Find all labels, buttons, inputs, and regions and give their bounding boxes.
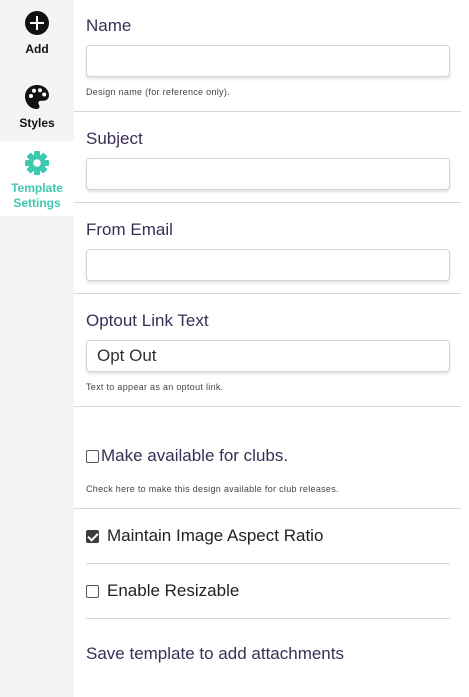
- sidebar-item-styles[interactable]: Styles: [0, 84, 74, 132]
- optout-link-text-input[interactable]: [86, 340, 450, 372]
- resizable-checkbox[interactable]: [86, 584, 99, 598]
- divider: [74, 293, 461, 294]
- sidebar: Add Styles Template Settings: [0, 0, 74, 697]
- from-email-input[interactable]: [86, 249, 450, 281]
- subject-input[interactable]: [86, 158, 450, 190]
- divider: [74, 508, 461, 509]
- sidebar-item-label: Add: [25, 42, 49, 56]
- name-label: Name: [86, 16, 132, 35]
- clubs-checkbox-label[interactable]: Make available for clubs.: [101, 446, 288, 466]
- template-settings-panel: Name Design name (for reference only). S…: [74, 0, 469, 697]
- from-email-label: From Email: [86, 220, 173, 239]
- sidebar-item-label: Styles: [19, 116, 55, 130]
- clubs-help-text: Check here to make this design available…: [86, 484, 339, 494]
- attachments-note: Save template to add attachments: [86, 644, 344, 663]
- subject-label: Subject: [86, 129, 143, 148]
- name-input[interactable]: [86, 45, 450, 77]
- sidebar-item-template-settings[interactable]: Template Settings: [0, 141, 74, 216]
- optout-link-text-label: Optout Link Text: [86, 311, 209, 330]
- divider: [86, 618, 450, 619]
- resizable-checkbox-row: Enable Resizable: [86, 581, 239, 601]
- clubs-checkbox-row: Make available for clubs.: [86, 446, 288, 466]
- divider: [74, 406, 461, 407]
- optout-help-text: Text to appear as an optout link.: [86, 382, 224, 392]
- sidebar-item-label-line1: Template: [11, 181, 63, 195]
- gear-icon: [25, 151, 49, 175]
- sidebar-item-label-line2: Settings: [13, 196, 61, 210]
- divider: [74, 111, 461, 112]
- plus-circle-icon: [25, 11, 49, 35]
- aspect-ratio-checkbox-label[interactable]: Maintain Image Aspect Ratio: [107, 526, 323, 546]
- aspect-ratio-checkbox-row: Maintain Image Aspect Ratio: [86, 526, 323, 546]
- sidebar-item-add[interactable]: Add: [0, 10, 74, 62]
- resizable-checkbox-label[interactable]: Enable Resizable: [107, 581, 239, 601]
- divider: [86, 563, 450, 564]
- name-help-text: Design name (for reference only).: [86, 87, 230, 97]
- aspect-ratio-checkbox[interactable]: [86, 529, 99, 543]
- clubs-checkbox[interactable]: [86, 449, 99, 463]
- divider: [74, 202, 461, 203]
- palette-icon: [25, 85, 49, 109]
